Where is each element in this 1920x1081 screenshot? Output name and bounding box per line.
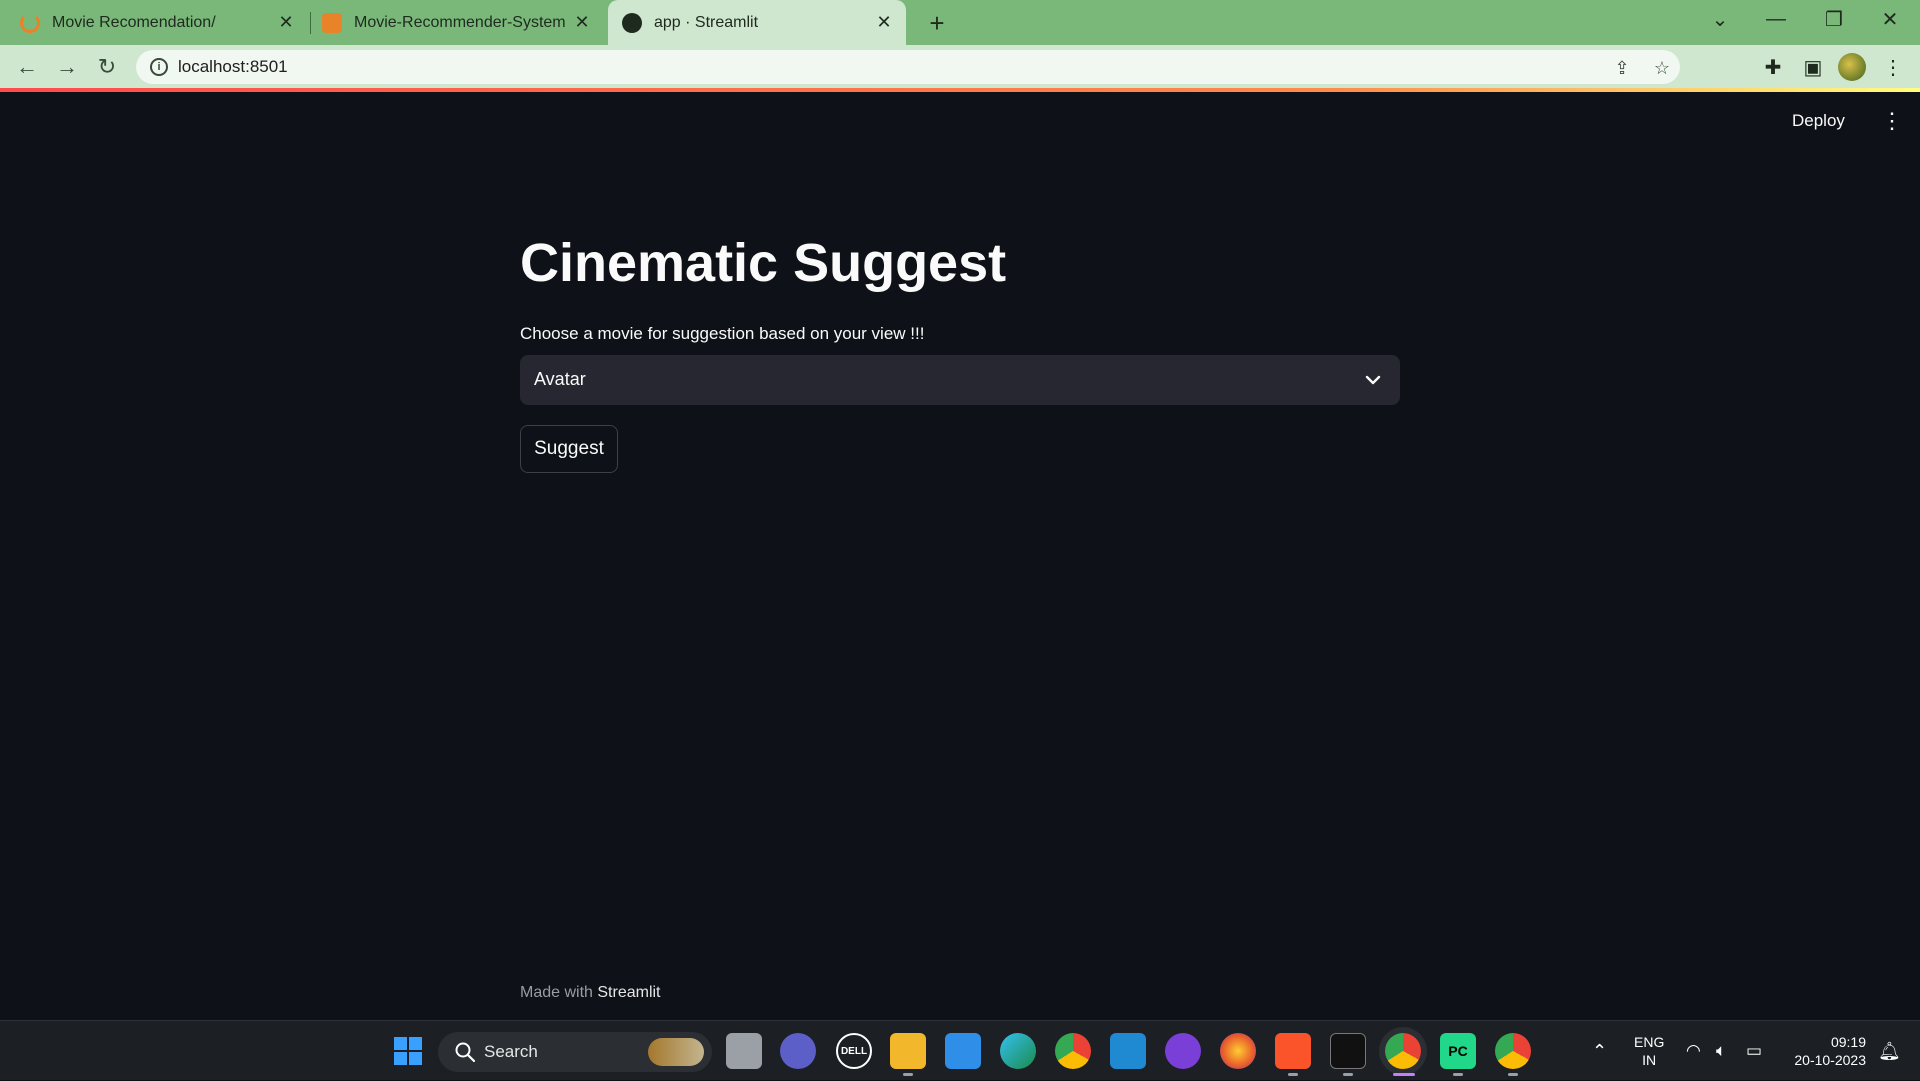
chrome-alt-profile-icon[interactable] (1495, 1033, 1531, 1069)
clock[interactable]: 09:19 20-10-2023 (1778, 1021, 1866, 1081)
pycharm-icon[interactable]: PC (1440, 1033, 1476, 1069)
footer-streamlit-link[interactable]: Streamlit (597, 984, 660, 1001)
tab-movie-recommender-system[interactable]: Movie-Recommender-System - J ✕ (322, 0, 604, 45)
footer: Made with Streamlit (520, 984, 661, 1002)
tab-title: Movie Recomendation/ (52, 13, 216, 31)
chrome-icon[interactable] (1055, 1033, 1091, 1069)
language-text: ENG (1634, 1034, 1665, 1050)
footer-prefix: Made with (520, 984, 593, 1001)
time-text: 09:19 (1830, 1034, 1866, 1050)
show-hidden-icons-chevron-icon[interactable]: ⌃ (1592, 1021, 1607, 1081)
taskbar-search-box[interactable]: Search (438, 1032, 712, 1072)
share-icon[interactable]: ⇪ (1610, 56, 1634, 80)
tab-title: app · Streamlit (654, 13, 759, 31)
windows-taskbar: Search DELL PC ⌃ ENG IN ◠ 🔈︎ ▭ 09:19 20-… (0, 1020, 1920, 1080)
edge-icon[interactable] (1000, 1033, 1036, 1069)
window-close-icon[interactable]: ✕ (1862, 0, 1918, 38)
tab-title: Movie-Recommender-System - J (354, 13, 570, 31)
running-indicator (1453, 1073, 1463, 1076)
teams-chat-icon[interactable] (780, 1033, 816, 1069)
jupyter-icon (322, 12, 342, 33)
tab-search-chevron-icon[interactable]: ⌄ (1692, 0, 1748, 38)
forward-arrow-icon[interactable]: → (52, 52, 82, 82)
chevron-down-icon (1362, 369, 1384, 391)
volume-icon[interactable]: 🔈︎ (1716, 1021, 1726, 1081)
loading-spinner-icon (20, 12, 40, 33)
firefox-icon[interactable] (1220, 1033, 1256, 1069)
back-arrow-icon[interactable]: ← (12, 52, 42, 82)
chrome-profile-icon[interactable] (1385, 1033, 1421, 1069)
date-text: 20-10-2023 (1794, 1052, 1866, 1068)
site-info-icon[interactable]: i (150, 58, 168, 76)
select-value: Avatar (534, 369, 586, 389)
address-bar[interactable]: i localhost:8501 ⇪ ☆ (136, 50, 1680, 84)
region-text: IN (1642, 1052, 1657, 1068)
app-menu-kebab-icon[interactable]: ⋮ (1880, 106, 1904, 136)
reload-icon[interactable]: ↻ (92, 52, 122, 82)
tab-streamlit-app[interactable]: app · Streamlit ✕ (608, 0, 906, 45)
running-indicator (1343, 1073, 1353, 1076)
close-icon[interactable]: ✕ (570, 11, 594, 35)
streamlit-icon (622, 12, 642, 33)
language-indicator[interactable]: ENG IN (1634, 1021, 1664, 1081)
running-indicator (903, 1073, 913, 1076)
select-label: Choose a movie for suggestion based on y… (520, 324, 925, 343)
new-tab-plus-icon[interactable]: + (920, 6, 954, 40)
browser-tab-strip: Movie Recomendation/ ✕ Movie-Recommender… (0, 0, 1920, 45)
wifi-icon[interactable]: ◠ (1686, 1021, 1701, 1081)
close-icon[interactable]: ✕ (872, 11, 896, 35)
browser-toolbar: ← → ↻ i localhost:8501 ⇪ ☆ ✚ ▣ ⋮ (0, 45, 1920, 88)
podcast-app-icon[interactable] (1165, 1033, 1201, 1069)
bookmark-star-icon[interactable]: ☆ (1650, 56, 1674, 80)
dell-icon[interactable]: DELL (836, 1033, 872, 1069)
terminal-icon[interactable] (1330, 1033, 1366, 1069)
active-indicator (1393, 1073, 1415, 1076)
restore-icon[interactable]: ❐ (1806, 0, 1862, 38)
deploy-button[interactable]: Deploy (1792, 106, 1845, 136)
search-label: Search (484, 1042, 538, 1061)
battery-icon[interactable]: ▭ (1746, 1021, 1762, 1081)
brave-icon[interactable] (1275, 1033, 1311, 1069)
file-explorer-icon[interactable] (890, 1033, 926, 1069)
tab-divider (310, 12, 311, 34)
search-highlight-image (648, 1038, 704, 1066)
task-view-icon[interactable] (726, 1033, 762, 1069)
vscode-icon[interactable] (1110, 1033, 1146, 1069)
movie-select[interactable]: Avatar (520, 355, 1400, 405)
close-icon[interactable]: ✕ (274, 11, 298, 35)
notification-bell-icon[interactable]: 🔔︎ (1878, 1021, 1901, 1081)
side-panel-icon[interactable]: ▣ (1800, 54, 1826, 80)
minimize-icon[interactable]: — (1748, 0, 1804, 38)
streamlit-app: Deploy ⋮ Cinematic Suggest Choose a movi… (0, 92, 1920, 1020)
extensions-puzzle-icon[interactable]: ✚ (1760, 54, 1786, 80)
url-text: localhost:8501 (178, 57, 288, 76)
running-indicator (1508, 1073, 1518, 1076)
tab-movie-recomendation[interactable]: Movie Recomendation/ ✕ (20, 0, 308, 45)
suggest-button[interactable]: Suggest (520, 425, 618, 473)
profile-avatar[interactable] (1838, 53, 1866, 81)
page-title: Cinematic Suggest (520, 233, 1007, 293)
running-indicator (1288, 1073, 1298, 1076)
search-icon (455, 1042, 476, 1063)
windows-start-icon[interactable] (390, 1033, 426, 1069)
mail-icon[interactable] (945, 1033, 981, 1069)
browser-menu-kebab-icon[interactable]: ⋮ (1880, 54, 1906, 80)
